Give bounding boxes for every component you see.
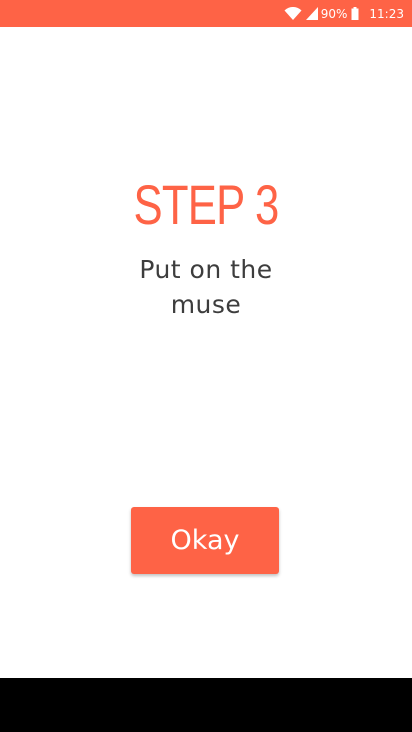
status-bar: 90% 11:23 — [0, 0, 412, 27]
signal-icon — [305, 7, 318, 20]
wifi-icon — [284, 6, 302, 21]
clock: 11:23 — [369, 6, 404, 21]
step-title: STEP 3 — [133, 173, 279, 236]
battery-icon — [351, 7, 359, 20]
okay-button[interactable]: Okay — [131, 507, 279, 574]
battery-percent: 90% — [320, 6, 348, 21]
step-description: Put on the muse — [139, 255, 273, 319]
navigation-bar — [0, 678, 412, 732]
